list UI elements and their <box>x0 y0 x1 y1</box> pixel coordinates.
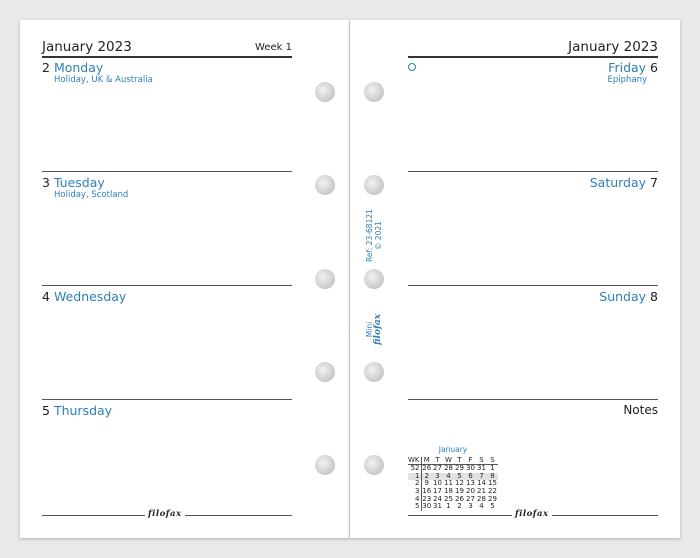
calendar-day: 3 <box>468 502 473 511</box>
calendar-day: 30 <box>422 502 432 511</box>
left-page <box>20 20 349 538</box>
calendar-week-row: 5 30 31 1 2 3 4 5 <box>408 503 498 511</box>
day-name: Thursday <box>53 403 113 418</box>
calendar-day: 1 <box>446 502 451 511</box>
spine-logo: filofax <box>373 313 383 345</box>
mini-calendar-month: January <box>438 445 468 454</box>
ring-hole <box>315 455 335 475</box>
calendar-day: 4 <box>479 502 484 511</box>
ring-hole <box>364 82 384 102</box>
ring-hole <box>315 175 335 195</box>
calendar-day: 2 <box>457 502 462 511</box>
moon-phase-icon <box>408 63 416 71</box>
day-sunday[interactable]: Sunday 8 <box>599 289 658 304</box>
header-rule <box>42 56 292 58</box>
day-divider <box>408 171 658 172</box>
spine-branding: Mini filofax <box>365 314 383 345</box>
day-number: 5 <box>42 403 50 418</box>
calendar-week-row: 52 26 27 28 29 30 31 1 <box>408 464 498 473</box>
calendar-day: 31 <box>433 502 442 511</box>
day-number: 6 <box>650 60 658 75</box>
day-tuesday[interactable]: 3 Tuesday <box>42 175 105 190</box>
header-rule <box>408 56 658 58</box>
day-number: 8 <box>650 289 658 304</box>
day-name: Wednesday <box>53 289 127 304</box>
day-number: 7 <box>650 175 658 190</box>
ring-hole <box>364 362 384 382</box>
filofax-logo: filofax <box>512 509 552 519</box>
day-name: Monday <box>53 60 104 75</box>
day-number: 4 <box>42 289 50 304</box>
day-divider <box>42 285 292 286</box>
copyright: © 2021 <box>374 221 383 251</box>
left-month-year: January 2023 <box>42 39 132 55</box>
day-monday[interactable]: 2 Monday <box>42 60 103 75</box>
day-thursday[interactable]: 5 Thursday <box>42 403 112 418</box>
holiday-note: Holiday, UK & Australia <box>54 75 153 85</box>
notes-label: Notes <box>623 403 658 417</box>
ring-hole <box>364 269 384 289</box>
holiday-note: Epiphany <box>607 75 647 85</box>
ref-number: Ref: 23-68121 <box>365 209 374 262</box>
week-number: Week 1 <box>255 42 292 53</box>
day-saturday[interactable]: Saturday 7 <box>590 175 658 190</box>
right-page <box>350 20 680 538</box>
day-divider <box>42 171 292 172</box>
filofax-logo: filofax <box>145 509 185 519</box>
day-friday[interactable]: Friday 6 <box>608 60 658 75</box>
day-number: 2 <box>42 60 50 75</box>
ring-hole <box>315 82 335 102</box>
day-divider <box>42 399 292 400</box>
ring-hole <box>315 362 335 382</box>
ring-hole <box>315 269 335 289</box>
ref-text: Ref: 23-68121 © 2021 <box>365 209 383 262</box>
week-number-cell: 5 <box>408 503 422 511</box>
ring-hole <box>364 175 384 195</box>
day-divider <box>408 285 658 286</box>
day-name: Sunday <box>599 289 647 304</box>
day-name: Saturday <box>589 175 647 190</box>
day-number: 3 <box>42 175 50 190</box>
holiday-note: Holiday, Scotland <box>54 190 129 200</box>
day-divider <box>408 399 658 400</box>
calendar-day: 5 <box>490 502 495 511</box>
ring-hole <box>364 455 384 475</box>
day-wednesday[interactable]: 4 Wednesday <box>42 289 126 304</box>
day-name: Friday <box>608 60 647 75</box>
day-name: Tuesday <box>53 175 105 190</box>
right-month-year: January 2023 <box>568 39 658 55</box>
mini-calendar: January WK M T W T F S S 52 26 27 28 29 30 31 1 1 2 3 4 5 6 7 8… <box>408 445 499 511</box>
